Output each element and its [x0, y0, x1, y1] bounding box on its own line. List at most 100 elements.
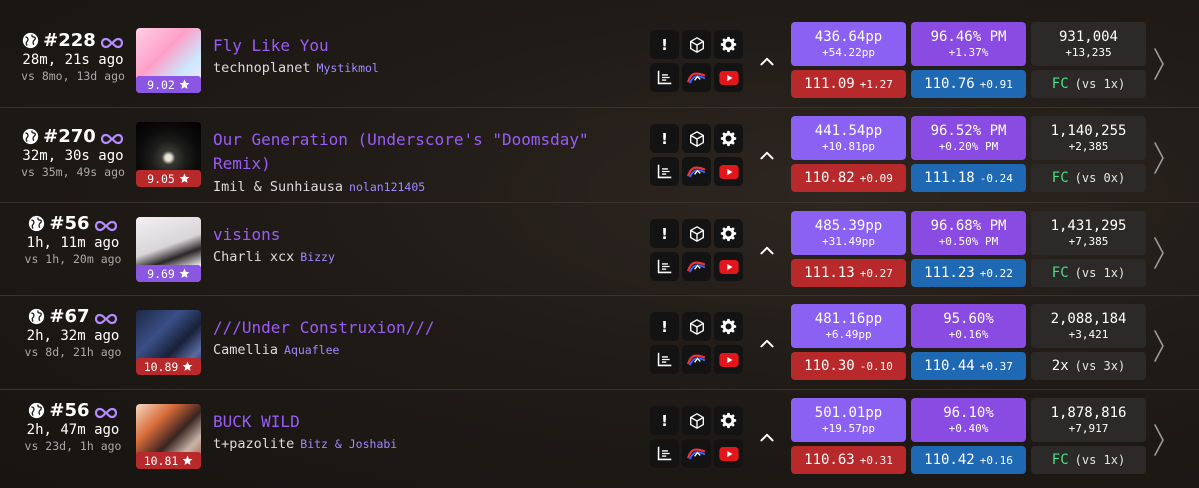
score-box: 1,431,295 +7,385: [1031, 211, 1146, 255]
preview-3d-button[interactable]: [682, 219, 711, 248]
report-button[interactable]: !: [650, 219, 679, 248]
chevron-right-icon[interactable]: [1152, 46, 1166, 82]
replay-button[interactable]: [682, 157, 711, 186]
collapse-button[interactable]: [757, 428, 777, 448]
rank-number[interactable]: #228: [43, 30, 96, 51]
score-box: 2,088,184 +3,421: [1031, 304, 1146, 348]
previous-score-time: vs 1h, 20m ago: [24, 252, 122, 266]
mapper-name[interactable]: Bitz & Joshabi: [300, 437, 397, 451]
globe-icon: [28, 402, 45, 419]
score-row[interactable]: #56 2h, 47m ago vs 23d, 1h ago 10.81 BUC…: [0, 390, 1199, 488]
song-cover[interactable]: 9.69: [136, 217, 201, 282]
youtube-button[interactable]: [714, 345, 743, 374]
score-gain: +3,421: [1068, 327, 1109, 341]
chevron-up-icon: [760, 151, 774, 160]
chevron-right-icon[interactable]: [1152, 140, 1166, 176]
cube-icon: [689, 36, 704, 53]
pp-box: 441.54pp +10.81pp: [791, 116, 906, 160]
collapse-button[interactable]: [757, 241, 777, 261]
collapse-button[interactable]: [757, 146, 777, 166]
report-button[interactable]: !: [650, 312, 679, 341]
right-accuracy-box: 110.76 +0.91: [911, 70, 1026, 98]
song-title[interactable]: BUCK WILD: [213, 410, 633, 434]
youtube-button[interactable]: [714, 439, 743, 468]
collapse-button[interactable]: [757, 52, 777, 72]
replay-icon: [686, 72, 706, 84]
youtube-button[interactable]: [714, 252, 743, 281]
song-title[interactable]: visions: [213, 223, 633, 247]
song-cover[interactable]: 9.02: [136, 28, 201, 93]
rank-number[interactable]: #67: [49, 306, 89, 327]
song-title[interactable]: Our Generation (Underscore's "Doomsday" …: [213, 128, 633, 176]
replay-button[interactable]: [682, 439, 711, 468]
cube-icon: [689, 412, 704, 429]
pp-value: 481.16pp: [814, 310, 883, 327]
rank-block: #270 32m, 30s ago vs 35m, 49s ago: [14, 126, 132, 179]
rank-number[interactable]: #56: [49, 400, 89, 421]
settings-button[interactable]: [714, 219, 743, 248]
rank-number[interactable]: #56: [49, 213, 89, 234]
settings-button[interactable]: [714, 406, 743, 435]
graph-button[interactable]: [650, 439, 679, 468]
song-cover[interactable]: 9.05: [136, 122, 201, 187]
accuracy-gain: +0.40%: [948, 421, 989, 435]
settings-button[interactable]: [714, 30, 743, 59]
song-title[interactable]: ///Under Construxion///: [213, 316, 633, 340]
accuracy-gain: +0.16%: [948, 327, 989, 341]
graph-button[interactable]: [650, 252, 679, 281]
graph-button[interactable]: [650, 345, 679, 374]
song-cover[interactable]: 10.89: [136, 310, 201, 375]
preview-3d-button[interactable]: [682, 406, 711, 435]
chevron-up-icon: [760, 57, 774, 66]
mapper-name[interactable]: Aquaflee: [284, 343, 339, 357]
replay-button[interactable]: [682, 252, 711, 281]
mapper-name[interactable]: nolan121405: [349, 180, 425, 194]
score-row[interactable]: #67 2h, 32m ago vs 8d, 21h ago 10.89 ///…: [0, 296, 1199, 390]
collapse-button[interactable]: [757, 334, 777, 354]
mapper-name[interactable]: Mystikmol: [317, 61, 379, 75]
stars-value: 9.05: [147, 171, 175, 186]
rank-block: #56 1h, 11m ago vs 1h, 20m ago: [14, 213, 132, 266]
report-icon: !: [661, 129, 668, 148]
fc-box: FC (vs 1x): [1031, 70, 1146, 98]
score-row[interactable]: #228 28m, 21s ago vs 8mo, 13d ago 9.02 F…: [0, 0, 1199, 108]
song-artist: Imil & Sunhiausa: [213, 179, 344, 195]
preview-3d-button[interactable]: [682, 30, 711, 59]
preview-3d-button[interactable]: [682, 124, 711, 153]
score-row[interactable]: #56 1h, 11m ago vs 1h, 20m ago 9.69 visi…: [0, 203, 1199, 296]
rank-block: #67 2h, 32m ago vs 8d, 21h ago: [14, 306, 132, 359]
pp-gain: +6.49pp: [825, 327, 872, 341]
song-artist: Camellia: [213, 342, 279, 358]
replay-button[interactable]: [682, 63, 711, 92]
chevron-right-icon[interactable]: [1152, 422, 1166, 458]
youtube-button[interactable]: [714, 63, 743, 92]
right-accuracy-value: 110.44: [924, 358, 975, 374]
pp-value: 485.39pp: [814, 217, 883, 234]
settings-button[interactable]: [714, 124, 743, 153]
graph-button[interactable]: [650, 63, 679, 92]
rank-number[interactable]: #270: [43, 126, 96, 147]
chevron-right-icon[interactable]: [1152, 328, 1166, 364]
left-accuracy-delta: +0.31: [859, 453, 893, 467]
cube-icon: [689, 225, 704, 242]
graph-button[interactable]: [650, 157, 679, 186]
accuracy-box: 96.68% PM +0.50% PM: [911, 211, 1026, 255]
song-cover[interactable]: 10.81: [136, 404, 201, 469]
youtube-button[interactable]: [714, 157, 743, 186]
pp-box: 501.01pp +19.57pp: [791, 398, 906, 442]
song-subtitle: Charli xcx Bizzy: [213, 249, 335, 265]
replay-button[interactable]: [682, 345, 711, 374]
report-button[interactable]: !: [650, 30, 679, 59]
report-button[interactable]: !: [650, 124, 679, 153]
preview-3d-button[interactable]: [682, 312, 711, 341]
settings-button[interactable]: [714, 312, 743, 341]
left-accuracy-delta: +0.27: [859, 266, 893, 280]
chevron-right-icon[interactable]: [1152, 235, 1166, 271]
score-row[interactable]: #270 32m, 30s ago vs 35m, 49s ago 9.05 O…: [0, 108, 1199, 203]
report-button[interactable]: !: [650, 406, 679, 435]
song-title[interactable]: Fly Like You: [213, 34, 633, 58]
score-gain: +2,385: [1068, 139, 1109, 153]
accuracy-value: 96.68% PM: [930, 217, 1007, 234]
song-subtitle: t+pazolite Bitz & Joshabi: [213, 436, 397, 452]
mapper-name[interactable]: Bizzy: [300, 250, 335, 264]
